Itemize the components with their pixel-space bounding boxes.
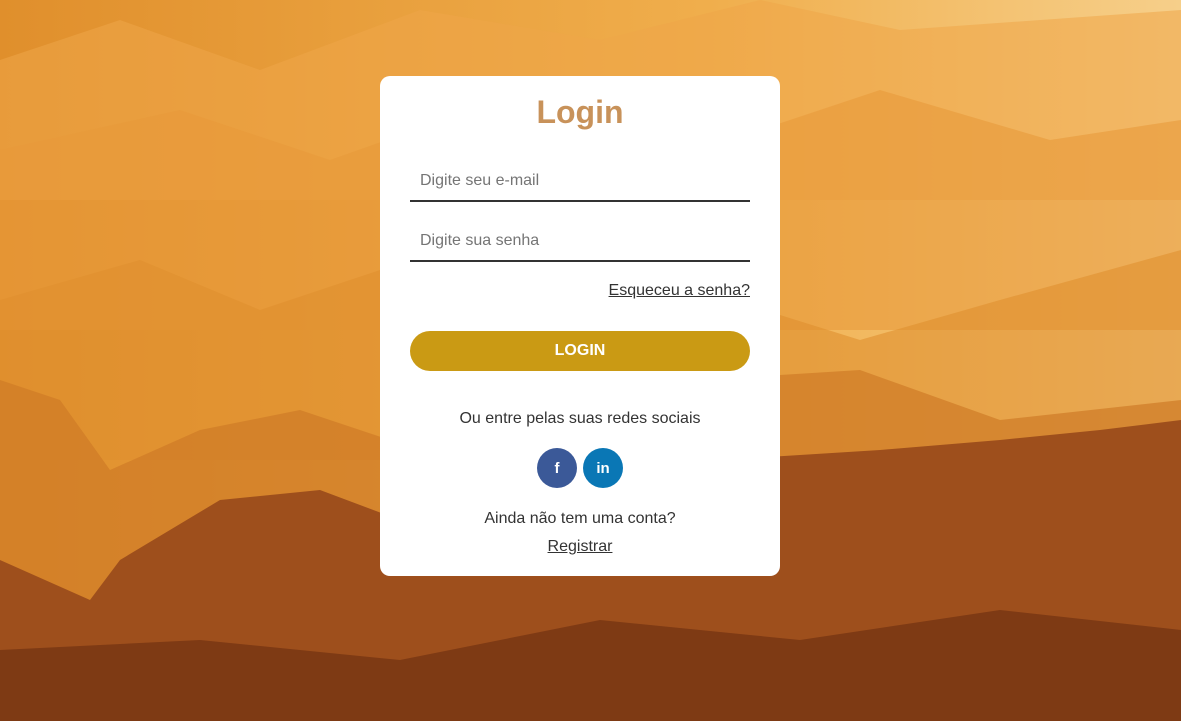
email-input[interactable] xyxy=(410,162,750,202)
linkedin-icon: in xyxy=(596,459,610,477)
login-card: Login Esqueceu a senha? LOGIN Ou entre p… xyxy=(380,76,780,576)
register-link[interactable]: Registrar xyxy=(548,538,613,555)
login-button[interactable]: LOGIN xyxy=(410,331,750,371)
forgot-password-link[interactable]: Esqueceu a senha? xyxy=(609,282,750,300)
no-account-text: Ainda não tem uma conta? xyxy=(484,510,676,527)
facebook-icon: f xyxy=(554,459,560,477)
facebook-button[interactable]: f xyxy=(537,448,577,488)
linkedin-button[interactable]: in xyxy=(583,448,623,488)
password-input[interactable] xyxy=(410,222,750,262)
page-title: Login xyxy=(536,94,624,130)
social-login-text: Ou entre pelas suas redes sociais xyxy=(459,410,701,427)
